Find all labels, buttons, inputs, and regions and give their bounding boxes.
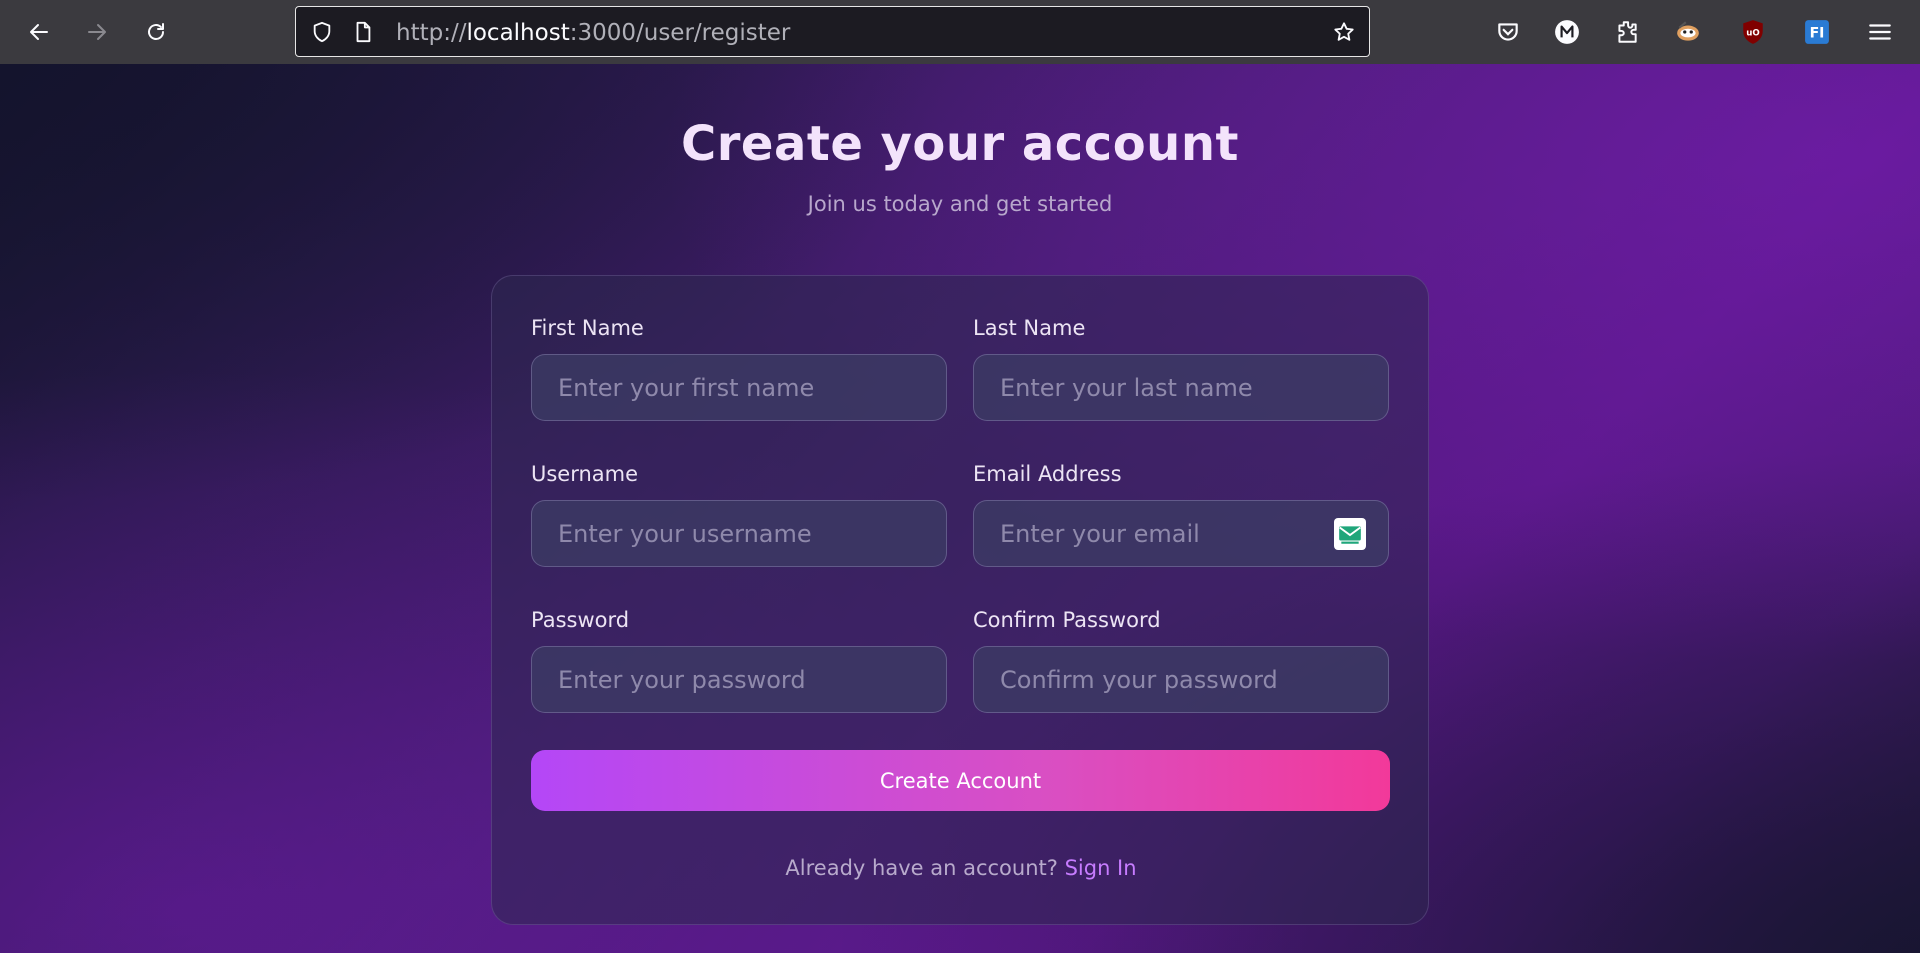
confirm-password-field-wrapper [973, 646, 1389, 713]
first-name-label: First Name [531, 316, 644, 340]
last-name-label: Last Name [973, 316, 1086, 340]
page-title: Create your account [681, 116, 1239, 172]
email-field-wrapper [973, 500, 1389, 567]
pocket-icon[interactable] [1490, 14, 1526, 50]
extensions-puzzle-icon[interactable] [1609, 14, 1645, 50]
password-input[interactable] [532, 647, 946, 712]
username-field-wrapper [531, 500, 947, 567]
forward-arrow-icon [88, 24, 106, 40]
back-button[interactable] [19, 12, 59, 52]
fi-extension-icon[interactable]: FI [1799, 14, 1835, 50]
signin-prompt-text: Already have an account? [785, 856, 1058, 880]
url-host: localhost [466, 20, 570, 46]
reload-icon [148, 23, 164, 40]
menu-hamburger-icon[interactable] [1862, 14, 1898, 50]
first-name-input[interactable] [532, 355, 946, 420]
browser-toolbar: http://localhost:3000/user/register uO F… [0, 0, 1920, 64]
temp-mail-icon[interactable] [1334, 518, 1366, 550]
last-name-field-wrapper [973, 354, 1389, 421]
confirm-password-label: Confirm Password [973, 608, 1161, 632]
forward-button[interactable] [77, 12, 117, 52]
ublock-origin-icon[interactable]: uO [1735, 14, 1771, 50]
svg-text:uO: uO [1746, 28, 1760, 38]
page-subtitle: Join us today and get started [807, 192, 1113, 216]
username-input[interactable] [532, 501, 946, 566]
signin-prompt-row: Already have an account? Sign In [492, 856, 1430, 880]
reload-button[interactable] [136, 12, 176, 52]
last-name-input[interactable] [974, 355, 1388, 420]
shield-icon[interactable] [310, 20, 334, 44]
email-input[interactable] [974, 501, 1388, 566]
confirm-password-input[interactable] [974, 647, 1388, 712]
account-avatar-icon[interactable] [1549, 14, 1585, 50]
url-path: :3000/user/register [569, 20, 791, 46]
url-bar[interactable]: http://localhost:3000/user/register [295, 6, 1370, 57]
url-text[interactable]: http://localhost:3000/user/register [396, 20, 790, 46]
url-scheme: http:// [396, 20, 467, 46]
username-label: Username [531, 462, 639, 486]
svg-text:FI: FI [1810, 25, 1825, 41]
first-name-field-wrapper [531, 354, 947, 421]
email-label: Email Address [973, 462, 1122, 486]
sign-in-link[interactable]: Sign In [1065, 856, 1137, 880]
password-field-wrapper [531, 646, 947, 713]
bookmark-star-icon[interactable] [1332, 20, 1356, 44]
page-info-icon[interactable] [351, 20, 375, 44]
register-page: Create your account Join us today and ge… [0, 64, 1920, 953]
extension-mascot-icon[interactable] [1670, 14, 1706, 50]
back-arrow-icon [30, 24, 48, 40]
register-card: First Name Last Name Username Email Addr… [491, 275, 1429, 925]
password-label: Password [531, 608, 630, 632]
create-account-button[interactable]: Create Account [531, 750, 1390, 811]
